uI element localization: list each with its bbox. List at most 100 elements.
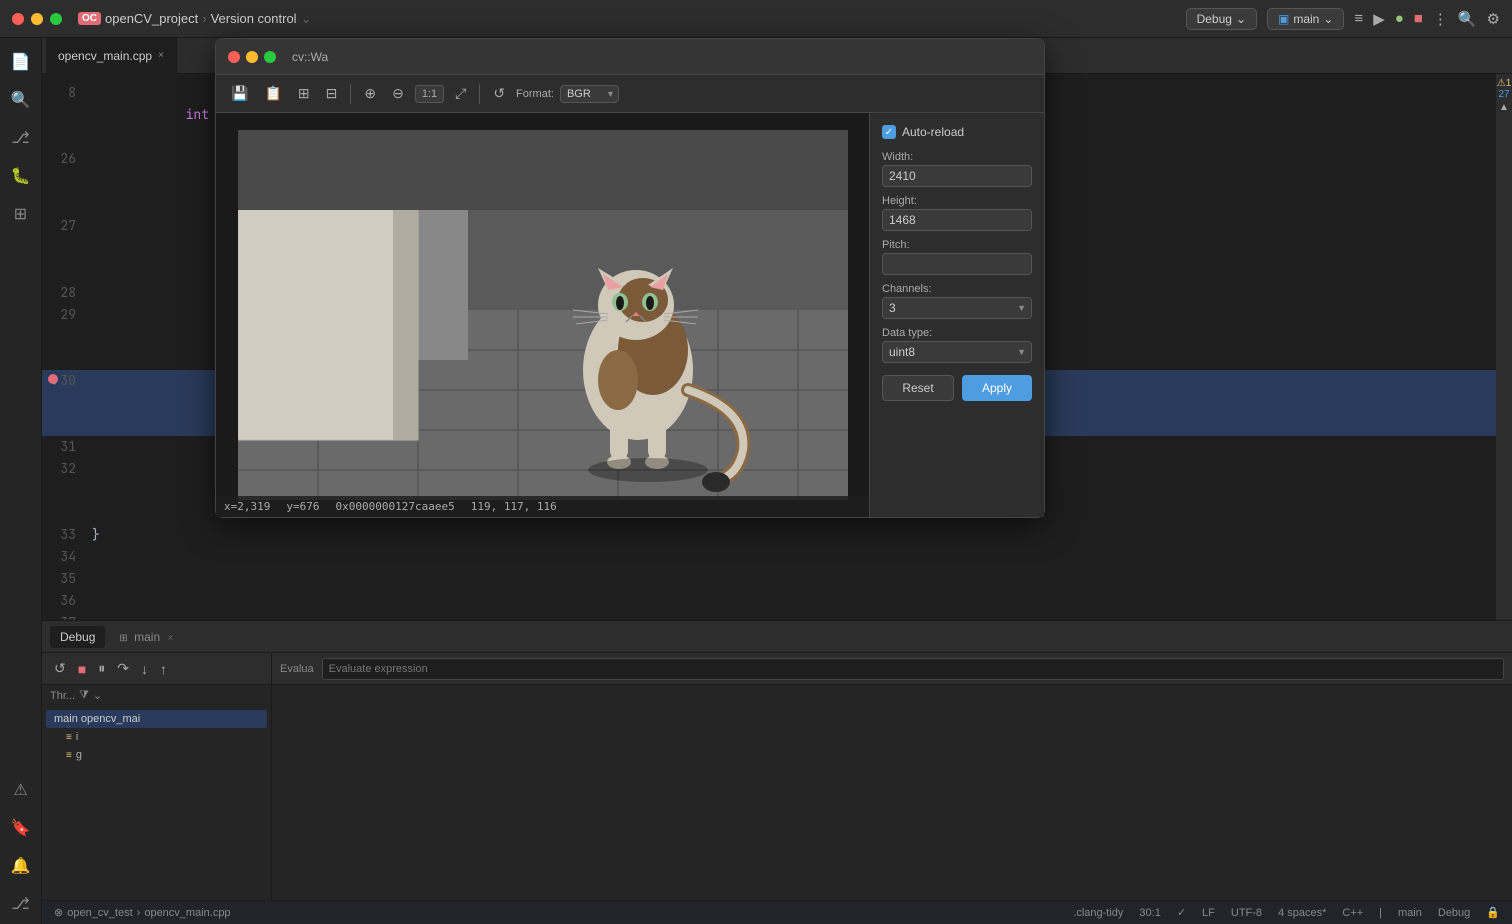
width-input[interactable] bbox=[882, 165, 1032, 187]
frame-icon-i: ≡ bbox=[66, 732, 72, 743]
viewer-close-button[interactable] bbox=[228, 51, 240, 63]
tab-main[interactable]: ⊞ main × bbox=[109, 626, 183, 648]
search-icon[interactable]: 🔍 bbox=[1458, 10, 1477, 28]
status-sep2: | bbox=[1379, 907, 1382, 919]
height-field-row: Height: bbox=[882, 195, 1032, 231]
maximize-button[interactable] bbox=[50, 13, 62, 25]
cat-image bbox=[238, 130, 848, 500]
scroll-up-icon[interactable]: ▲ bbox=[1499, 102, 1509, 113]
frame-item-i[interactable]: ≡ i bbox=[46, 728, 267, 746]
debug-right-panel: Evalua bbox=[272, 653, 1512, 900]
data-type-field-row: Data type: uint8 uint16 float32 float64 … bbox=[882, 327, 1032, 363]
format-label: Format: bbox=[516, 88, 554, 100]
toolbar-separator bbox=[350, 84, 351, 104]
frames-list: main opencv_mai ≡ i ≡ g bbox=[42, 706, 271, 768]
debug-button[interactable]: Debug ⌄ bbox=[1186, 8, 1257, 30]
evaluate-input[interactable] bbox=[322, 658, 1504, 680]
sidebar-item-notifications[interactable]: 🔔 bbox=[5, 850, 37, 882]
image-rgb: 119, 117, 116 bbox=[471, 500, 557, 513]
zoom-out-icon[interactable]: ⊖ bbox=[387, 82, 409, 105]
code-line-33: 33 } bbox=[42, 524, 1512, 546]
play-icon[interactable]: ▶ bbox=[1373, 10, 1385, 28]
sidebar-item-files[interactable]: 📄 bbox=[5, 46, 37, 78]
status-indent: 4 spaces* bbox=[1278, 907, 1326, 919]
step-into-icon[interactable]: ↓ bbox=[137, 659, 152, 679]
height-input[interactable] bbox=[882, 209, 1032, 231]
window-controls[interactable] bbox=[12, 13, 62, 25]
sidebar-item-plugins[interactable]: ⊞ bbox=[5, 198, 37, 230]
image-viewer: cv::Wa 💾 📋 ⊞ ⊟ ⊕ ⊖ 1:1 ⤢ ↺ Format: BGR R… bbox=[215, 38, 1045, 518]
sidebar-item-bookmarks[interactable]: 🔖 bbox=[5, 812, 37, 844]
data-type-select[interactable]: uint8 uint16 float32 float64 bbox=[882, 341, 1032, 363]
image-display-area[interactable]: x=2,319 y=676 0x0000000127caaee5 119, 11… bbox=[216, 113, 869, 517]
tab-debug[interactable]: Debug bbox=[50, 626, 105, 648]
fit-width-icon[interactable]: ⊟ bbox=[321, 82, 343, 105]
viewer-body: x=2,319 y=676 0x0000000127caaee5 119, 11… bbox=[216, 113, 1044, 517]
status-bar: ⊗ open_cv_test › opencv_main.cpp .clang-… bbox=[42, 900, 1512, 924]
pitch-input[interactable] bbox=[882, 253, 1032, 275]
sidebar-icons: 📄 🔍 ⎇ 🐛 ⊞ ⚠ 🔖 🔔 ⎇ bbox=[0, 38, 42, 924]
pause-icon[interactable]: ⏸ bbox=[94, 658, 109, 679]
tab-main-close[interactable]: × bbox=[167, 633, 173, 644]
sidebar-item-git-bottom[interactable]: ⎇ bbox=[5, 888, 37, 920]
zoom-level[interactable]: 1:1 bbox=[415, 85, 444, 103]
toolbar-icon[interactable]: ≡ bbox=[1354, 10, 1363, 27]
project-name: OC openCV_project › Version control ⌄ bbox=[78, 11, 311, 27]
frame-item-g[interactable]: ≡ g bbox=[46, 746, 267, 764]
channels-select[interactable]: 1 2 3 4 bbox=[882, 297, 1032, 319]
data-type-select-wrapper: uint8 uint16 float32 float64 ▼ bbox=[882, 341, 1032, 363]
restart-icon[interactable]: ↺ bbox=[50, 658, 70, 679]
threads-chevron-icon[interactable]: ⌄ bbox=[93, 689, 102, 702]
debug-sidebar-icon: 🐛 bbox=[11, 166, 31, 186]
refresh-icon[interactable]: ↺ bbox=[488, 82, 510, 105]
stop-debug-icon[interactable]: ■ bbox=[74, 659, 90, 679]
more-icon[interactable]: ⋮ bbox=[1433, 10, 1448, 28]
auto-reload-row: ✓ Auto-reload bbox=[882, 125, 1032, 139]
auto-reload-label: Auto-reload bbox=[902, 125, 964, 139]
step-out-icon[interactable]: ↑ bbox=[156, 659, 171, 679]
coverage-icon[interactable]: ● bbox=[1395, 10, 1404, 27]
code-line-37: 37 bbox=[42, 612, 1512, 620]
status-file: ⊗ open_cv_test › opencv_main.cpp bbox=[54, 906, 231, 919]
sidebar-item-debug-sidebar[interactable]: 🐛 bbox=[5, 160, 37, 192]
main-button[interactable]: ▣ main ⌄ bbox=[1267, 8, 1344, 30]
title-bar: OC openCV_project › Version control ⌄ De… bbox=[0, 0, 1512, 38]
apply-button[interactable]: Apply bbox=[962, 375, 1032, 401]
status-project: open_cv_test bbox=[67, 907, 132, 919]
threads-label: Thr... bbox=[50, 690, 75, 702]
code-line-35: 35 bbox=[42, 568, 1512, 590]
viewer-traffic-lights[interactable] bbox=[228, 51, 276, 63]
viewer-maximize-button[interactable] bbox=[264, 51, 276, 63]
save-image-icon[interactable]: 💾 bbox=[226, 82, 253, 105]
status-branch: main bbox=[1398, 907, 1422, 919]
sidebar-item-breakpoints[interactable]: ⚠ bbox=[5, 774, 37, 806]
step-over-icon[interactable]: ↷ bbox=[113, 658, 133, 679]
close-button[interactable] bbox=[12, 13, 24, 25]
version-control-label[interactable]: Version control bbox=[211, 11, 297, 26]
debug-left-panel: ↺ ■ ⏸ ↷ ↓ ↑ Thr... ⧩ ⌄ main openc bbox=[42, 653, 272, 900]
stop-icon[interactable]: ■ bbox=[1414, 10, 1423, 27]
frame-item-main[interactable]: main opencv_mai bbox=[46, 710, 267, 728]
viewer-minimize-button[interactable] bbox=[246, 51, 258, 63]
status-check-icon: ✓ bbox=[1177, 906, 1186, 919]
reset-button[interactable]: Reset bbox=[882, 375, 954, 401]
filter-icon[interactable]: ⧩ bbox=[79, 689, 89, 702]
tab-main-label: main bbox=[134, 630, 160, 644]
zoom-in-icon[interactable]: ⊕ bbox=[359, 82, 381, 105]
copy-image-icon[interactable]: 📋 bbox=[259, 82, 286, 105]
sidebar-item-search[interactable]: 🔍 bbox=[5, 84, 37, 116]
format-select[interactable]: BGR RGB GRAY HSV bbox=[560, 85, 619, 103]
fit-all-icon[interactable]: ⊞ bbox=[293, 82, 315, 105]
file-tab-close[interactable]: × bbox=[158, 50, 164, 61]
format-select-wrapper: BGR RGB GRAY HSV ▼ bbox=[560, 85, 619, 103]
expand-icon[interactable]: ⤢ bbox=[450, 82, 471, 105]
notifications-icon: 🔔 bbox=[11, 856, 31, 876]
project-label: openCV_project bbox=[105, 11, 198, 26]
file-tab[interactable]: opencv_main.cpp × bbox=[46, 38, 177, 74]
files-icon: 📄 bbox=[11, 52, 31, 72]
sidebar-item-git[interactable]: ⎇ bbox=[5, 122, 37, 154]
minimize-button[interactable] bbox=[31, 13, 43, 25]
status-lf: LF bbox=[1202, 907, 1215, 919]
settings-icon[interactable]: ⚙ bbox=[1487, 10, 1500, 28]
auto-reload-checkbox[interactable]: ✓ bbox=[882, 125, 896, 139]
